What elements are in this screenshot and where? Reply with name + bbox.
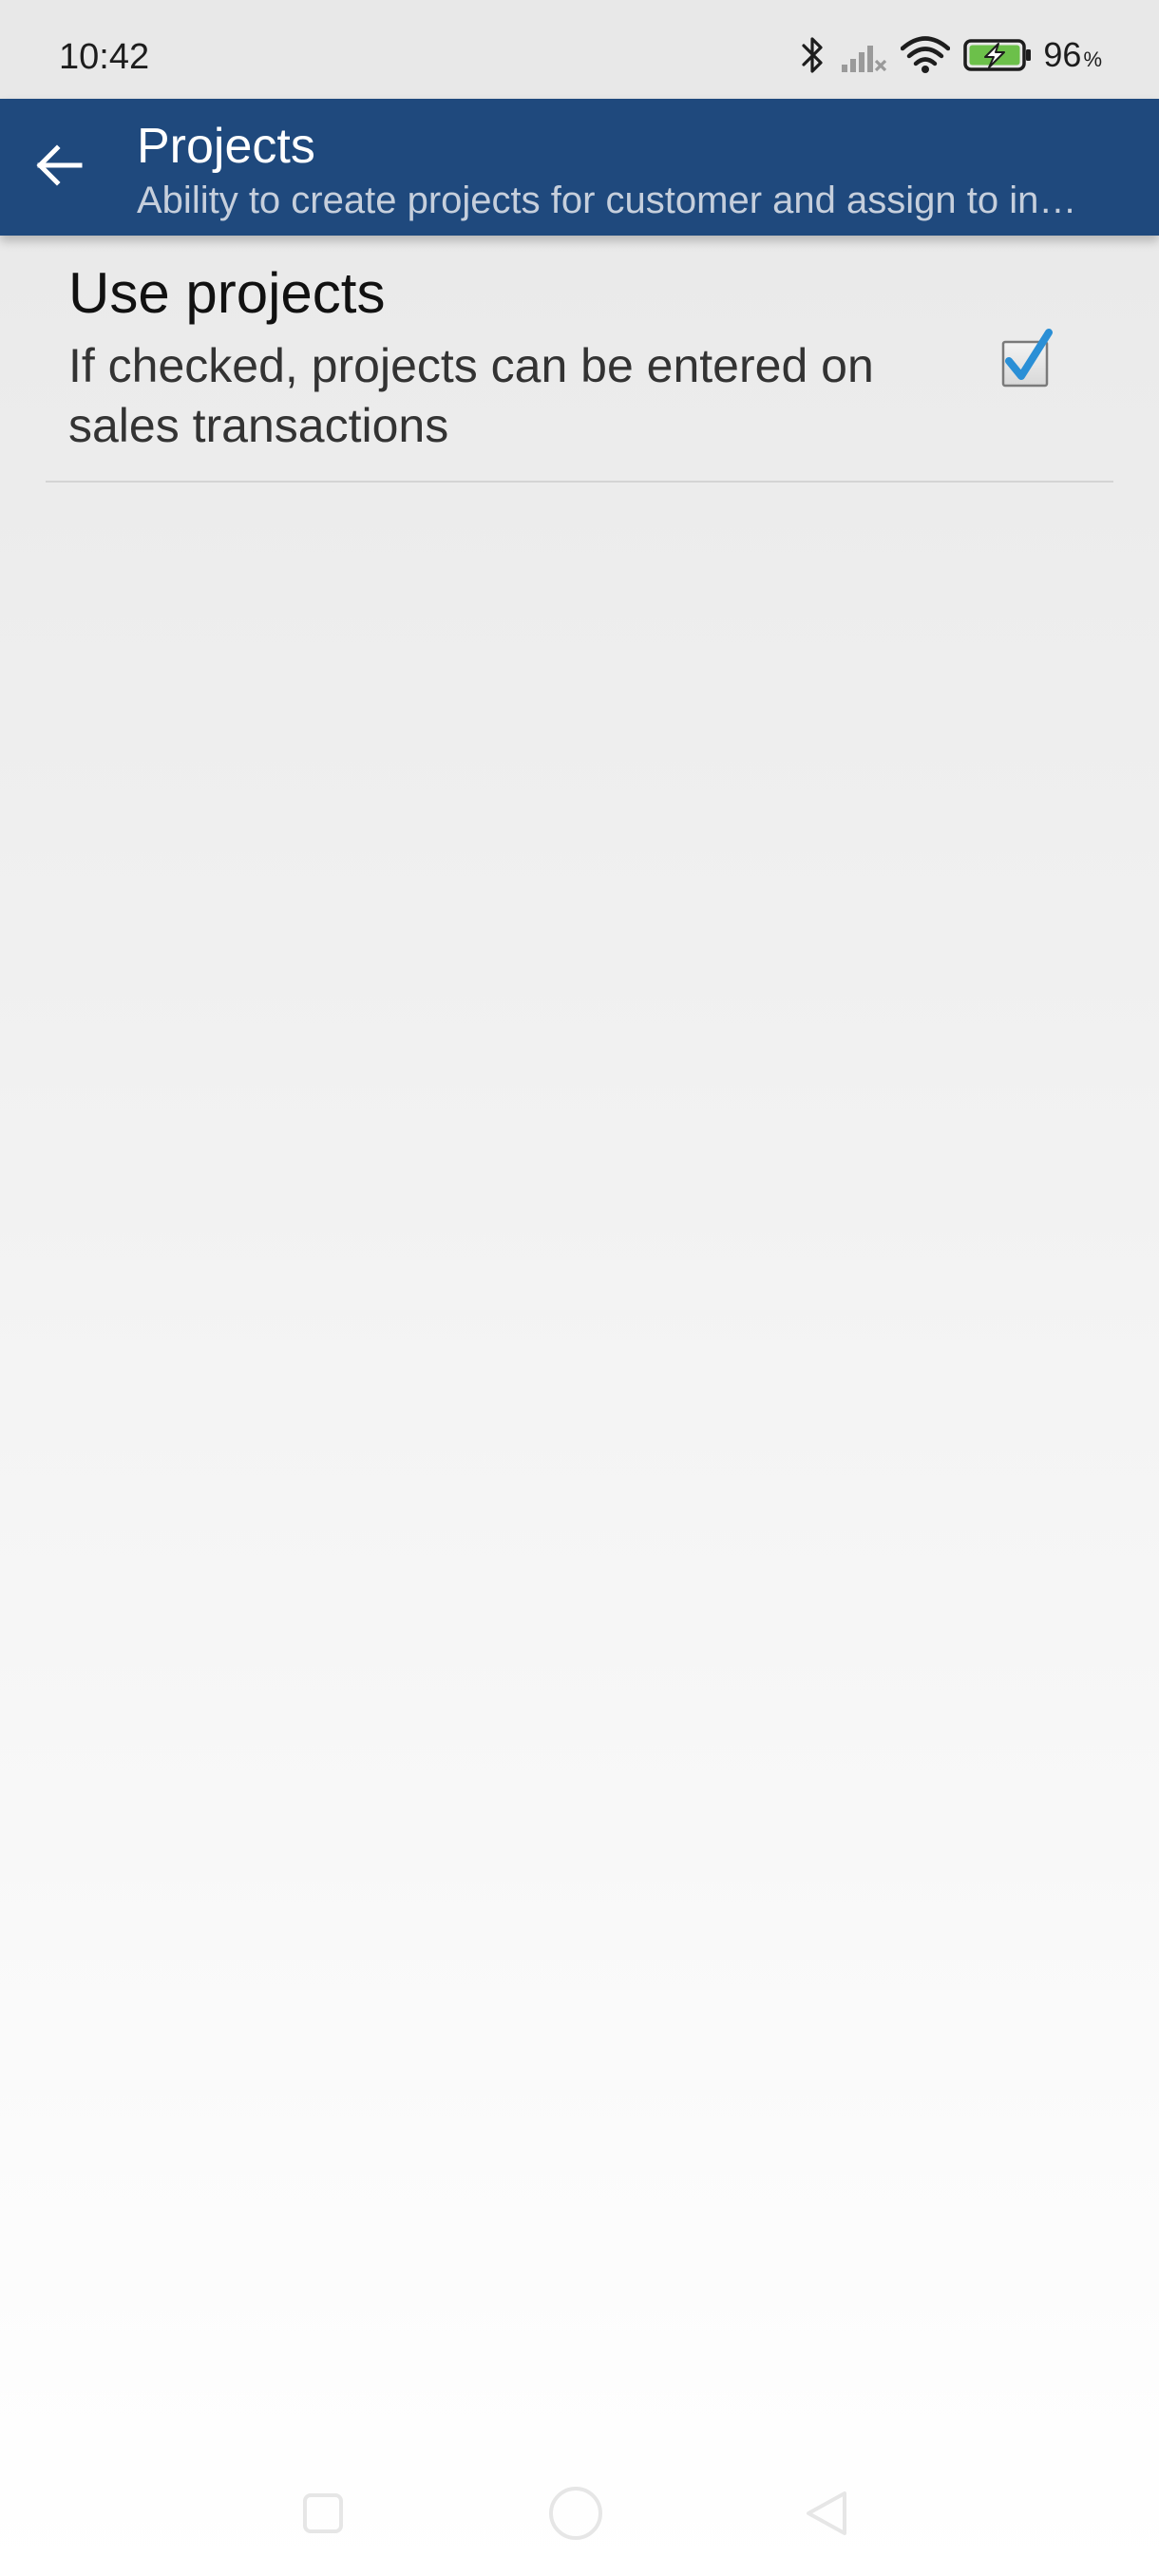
use-projects-checkbox[interactable] — [990, 323, 1066, 399]
cellular-signal-icon — [840, 36, 887, 74]
status-bar: 10:42 96 % — [0, 0, 1159, 99]
bluetooth-icon — [798, 34, 826, 76]
battery-percent-sign: % — [1083, 47, 1102, 71]
recents-square-icon — [299, 2490, 347, 2542]
battery-charging-icon — [963, 36, 1034, 74]
home-circle-icon — [546, 2484, 605, 2548]
back-button[interactable] — [21, 129, 97, 205]
back-triangle-icon — [801, 2488, 852, 2544]
battery-percent: 96% — [1043, 35, 1102, 74]
toolbar: Projects Ability to create projects for … — [0, 99, 1159, 236]
arrow-left-icon — [32, 139, 86, 197]
preference-summary: If checked, projects can be entered on s… — [68, 339, 874, 452]
wifi-icon — [901, 36, 951, 74]
back-nav-button[interactable] — [788, 2477, 864, 2553]
home-button[interactable] — [538, 2477, 614, 2553]
status-icons: 96% — [785, 28, 1102, 82]
page-title: Projects — [137, 119, 315, 174]
use-projects-preference[interactable]: Use projects If checked, projects can be… — [46, 236, 1113, 483]
page-subtitle: Ability to create projects for customer … — [137, 180, 1077, 221]
status-time: 10:42 — [59, 37, 150, 77]
navigation-bar — [0, 2451, 1159, 2576]
preference-title: Use projects — [68, 261, 386, 325]
recents-button[interactable] — [285, 2477, 361, 2553]
